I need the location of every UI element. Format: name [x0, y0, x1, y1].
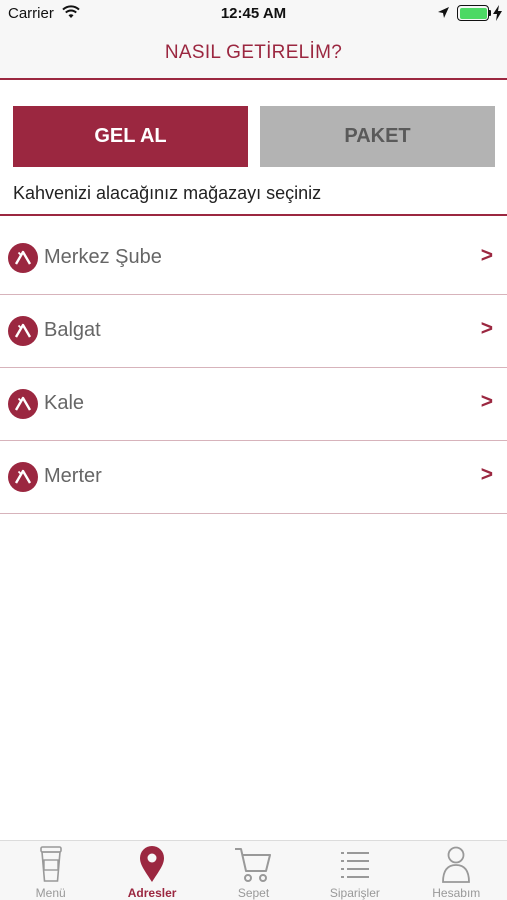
tab-adresler[interactable]: Adresler	[101, 841, 202, 900]
battery-tip	[489, 10, 491, 16]
store-name: Merter	[44, 465, 102, 487]
store-row-merter[interactable]: Merter >	[0, 441, 507, 514]
store-row-balgat[interactable]: Balgat >	[0, 295, 507, 368]
status-bar: Carrier 12:45 AM	[0, 0, 507, 28]
chevron-right-icon: >	[480, 463, 493, 486]
paket-button[interactable]: PAKET	[260, 106, 495, 167]
tab-menu[interactable]: Menü	[0, 841, 101, 900]
tab-label: Adresler	[127, 886, 177, 900]
navigation-header: NASIL GETİRELİM?	[0, 28, 507, 80]
tab-siparisler[interactable]: Siparişler	[304, 841, 405, 900]
page-title: NASIL GETİRELİM?	[164, 42, 343, 63]
tab-label: Siparişler	[329, 886, 380, 900]
chevron-right-icon: >	[480, 317, 493, 340]
cart-icon	[203, 845, 304, 883]
brand-logo-icon	[8, 316, 38, 346]
coffee-cup-icon	[0, 845, 101, 883]
store-row-kale[interactable]: Kale >	[0, 368, 507, 441]
tab-label: Hesabım	[432, 886, 481, 900]
tab-label: Sepet	[237, 886, 270, 900]
map-pin-icon	[101, 845, 202, 883]
tab-bar: Menü Adresler Sepet Siparişler Hesabım	[0, 840, 507, 900]
list-icon	[304, 845, 405, 883]
store-name: Kale	[44, 392, 85, 414]
store-select-instruction: Kahvenizi alacağınız mağazayı seçiniz	[13, 183, 322, 203]
store-name: Balgat	[44, 319, 101, 341]
brand-logo-icon	[8, 462, 38, 492]
store-name: Merkez Şube	[44, 246, 162, 268]
tab-label: Menü	[35, 886, 66, 900]
brand-logo-icon	[8, 243, 38, 273]
tab-hesabim[interactable]: Hesabım	[406, 841, 507, 900]
store-row-merkez-sube[interactable]: Merkez Şube >	[0, 222, 507, 295]
battery-icon	[457, 5, 489, 21]
store-list: Merkez Şube > Balgat > Kale > Merter >	[0, 222, 507, 514]
clock: 12:45 AM	[220, 5, 287, 22]
gel-al-button[interactable]: GEL AL	[13, 106, 248, 167]
divider	[0, 214, 507, 216]
location-arrow-icon	[437, 6, 450, 24]
tab-sepet[interactable]: Sepet	[203, 841, 304, 900]
user-icon	[406, 845, 507, 883]
brand-logo-icon	[8, 389, 38, 419]
chevron-right-icon: >	[480, 390, 493, 413]
chevron-right-icon: >	[480, 244, 493, 267]
charging-bolt-icon	[493, 5, 502, 26]
